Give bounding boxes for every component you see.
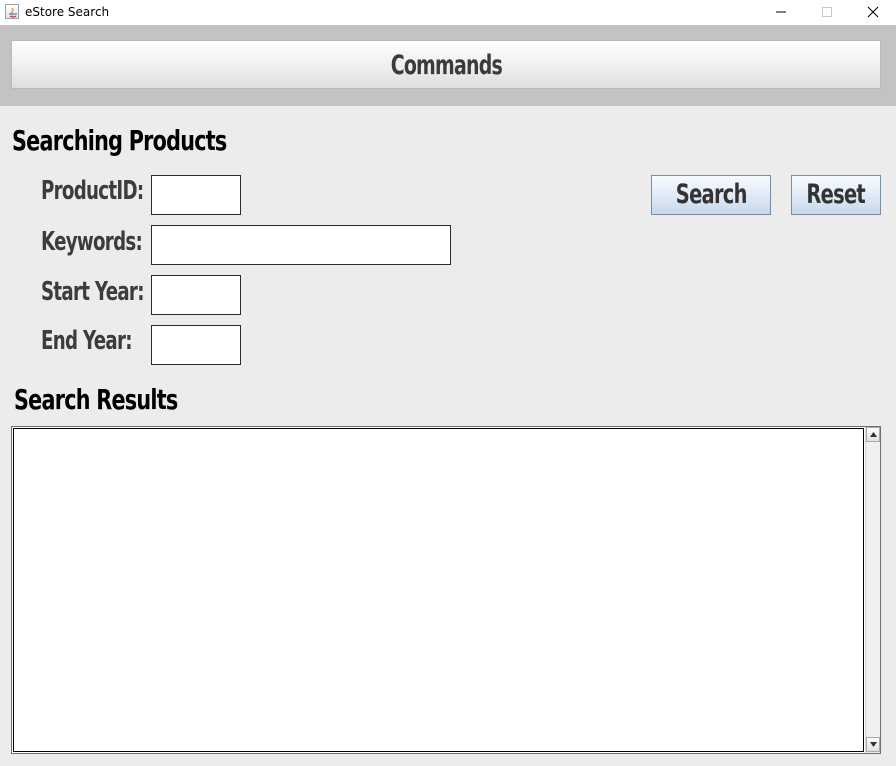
reset-button-label: Reset: [806, 179, 866, 210]
search-results-scroll-pane: [11, 426, 881, 754]
minimize-button[interactable]: [758, 0, 804, 25]
close-icon: [867, 6, 879, 18]
product-id-input[interactable]: [151, 175, 241, 215]
commands-label: Commands: [390, 50, 502, 81]
scroll-down-button[interactable]: [866, 737, 880, 752]
end-year-input[interactable]: [151, 325, 241, 365]
maximize-button[interactable]: [804, 0, 850, 25]
arrow-down-icon: [870, 742, 877, 747]
java-coffee-cup-icon[interactable]: [5, 4, 19, 19]
commands-button[interactable]: Commands: [11, 40, 881, 89]
search-button-label: Search: [675, 179, 748, 210]
keywords-label: Keywords:: [41, 227, 143, 257]
maximize-icon: [822, 7, 832, 17]
start-year-label: Start Year:: [41, 277, 144, 307]
scroll-up-button[interactable]: [866, 427, 880, 442]
end-year-label: End Year:: [41, 326, 133, 356]
start-year-input[interactable]: [151, 275, 241, 315]
reset-button[interactable]: Reset: [791, 175, 881, 215]
search-button[interactable]: Search: [651, 175, 771, 215]
search-results-text-area[interactable]: [13, 428, 864, 752]
vertical-scrollbar[interactable]: [865, 427, 880, 753]
search-results-heading: Search Results: [14, 383, 178, 416]
arrow-up-icon: [870, 432, 877, 437]
window-title-bar[interactable]: eStore Search: [0, 0, 896, 25]
searching-products-heading: Searching Products: [12, 124, 227, 157]
keywords-input[interactable]: [151, 225, 451, 265]
product-id-label: ProductID:: [41, 176, 144, 206]
close-button[interactable]: [850, 0, 896, 25]
window-title: eStore Search: [25, 5, 110, 19]
minimize-icon: [776, 11, 786, 13]
